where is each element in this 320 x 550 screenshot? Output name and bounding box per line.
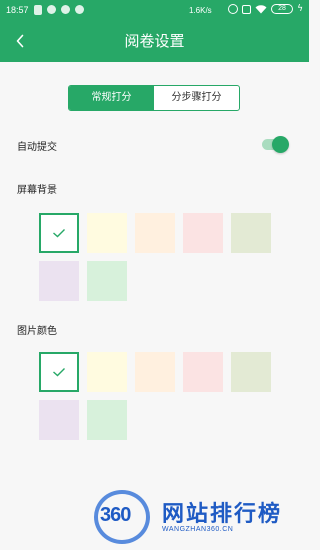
tab-step-scoring[interactable]: 分步骤打分: [154, 86, 239, 110]
message-icon: [34, 5, 42, 15]
system-icons: 28 ϟ: [228, 4, 303, 14]
mute-icon: [242, 4, 252, 14]
image-color-swatch[interactable]: [87, 400, 127, 440]
page-title: 阅卷设置: [124, 32, 185, 50]
screen-background-swatch[interactable]: [87, 213, 127, 253]
toggle-thumb: [272, 136, 289, 153]
image-color-label: 图片颜色: [17, 326, 57, 337]
image-color-swatch[interactable]: [87, 352, 127, 392]
app-notification-icon: [75, 5, 84, 14]
image-color-swatch[interactable]: [39, 352, 79, 392]
battery-icon: 28: [271, 4, 294, 14]
logo-number: 360: [100, 504, 131, 526]
check-icon: [53, 229, 65, 238]
status-time: 18:57: [6, 5, 29, 15]
screen-background-label: 屏幕背景: [17, 185, 57, 196]
image-color-swatch[interactable]: [183, 352, 223, 392]
screen-background-swatch[interactable]: [183, 213, 223, 253]
screen-background-swatch[interactable]: [39, 261, 79, 301]
check-icon: [53, 368, 65, 377]
logo-site: WANGZHAN360.CN: [162, 526, 234, 533]
image-color-swatch[interactable]: [135, 352, 175, 392]
app-notification-icon: [61, 5, 70, 14]
notification-icons: [34, 5, 84, 15]
image-color-swatch[interactable]: [39, 400, 79, 440]
watermark-logo: 360 网站排行榜 WANGZHAN360.CN: [92, 490, 307, 545]
app-header: 18:57 1.6K/s 28 ϟ 阅卷设置: [0, 0, 309, 62]
screen-background-swatch[interactable]: [87, 261, 127, 301]
alarm-icon: [228, 4, 239, 14]
charging-icon: ϟ: [297, 4, 303, 14]
network-speed: 1.6K/s: [189, 6, 212, 15]
screen-background-swatch[interactable]: [231, 213, 271, 253]
screen-background-swatch[interactable]: [135, 213, 175, 253]
auto-submit-label: 自动提交: [17, 142, 57, 153]
logo-name: 网站排行榜: [162, 502, 283, 527]
app-notification-icon: [47, 5, 56, 14]
scoring-mode-tabs: 常规打分 分步骤打分: [68, 85, 240, 111]
tab-regular-scoring[interactable]: 常规打分: [69, 86, 154, 110]
screen-background-swatch[interactable]: [39, 213, 79, 253]
auto-submit-toggle[interactable]: [262, 136, 290, 153]
wifi-icon: [255, 4, 267, 13]
image-color-swatch[interactable]: [231, 352, 271, 392]
status-bar: 18:57 1.6K/s 28 ϟ: [0, 0, 309, 22]
